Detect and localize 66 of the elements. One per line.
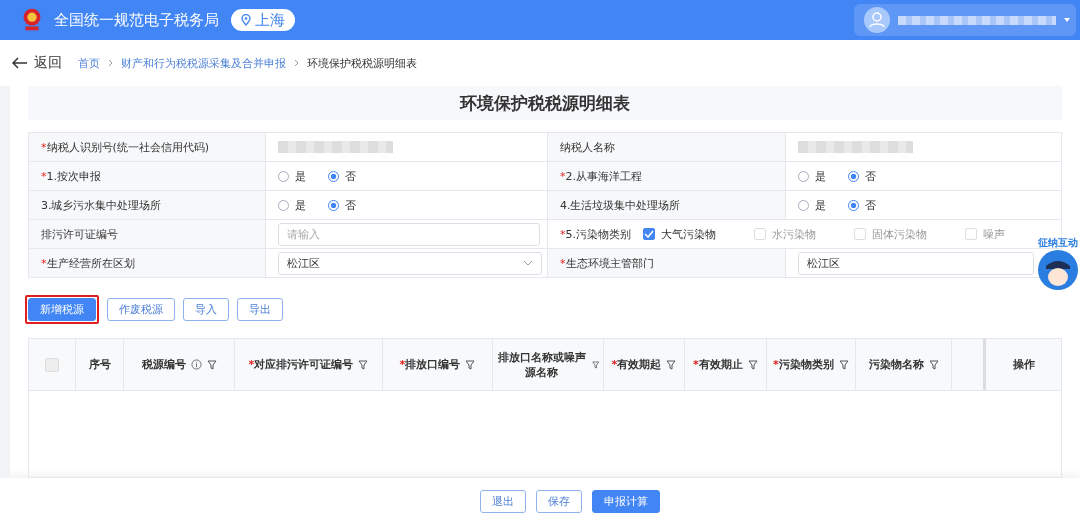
filter-icon[interactable] xyxy=(206,359,217,370)
field-label: 4.生活垃圾集中处理场所 xyxy=(548,191,786,220)
action-button[interactable]: 新增税源 xyxy=(28,298,96,321)
breadcrumb-link[interactable]: 首页 xyxy=(78,55,100,71)
caret-icon xyxy=(1064,18,1070,22)
column-header: 税源编号 xyxy=(141,357,186,372)
user-avatar-icon xyxy=(864,7,890,33)
column-header: *有效期止 xyxy=(693,357,743,372)
footer-button[interactable]: 退出 xyxy=(480,489,526,513)
filter-icon[interactable] xyxy=(465,359,476,370)
column-header: 序号 xyxy=(88,357,111,372)
form-title: 环境保护税税源明细表 xyxy=(460,91,630,115)
action-button[interactable]: 导入 xyxy=(183,298,229,321)
location-pin-icon xyxy=(241,14,251,26)
field-label: 3.城乡污水集中处理场所 xyxy=(29,191,266,220)
field-label: *纳税人识别号(统一社会信用代码) xyxy=(29,133,266,162)
chevron-down-icon xyxy=(523,260,533,266)
radio-option[interactable]: 否 xyxy=(328,197,356,213)
column-header: *污染物类别 xyxy=(773,357,834,372)
breadcrumb-current[interactable]: 环境保护税税源明细表 xyxy=(307,55,417,71)
footer-button[interactable]: 申报计算 xyxy=(592,489,660,513)
radio-option[interactable]: 是 xyxy=(798,168,826,184)
field-label: *2.从事海洋工程 xyxy=(548,162,786,191)
field-label: *生产经营所在区划 xyxy=(29,249,266,278)
region-button[interactable]: 上海 xyxy=(231,9,295,31)
radio-option[interactable]: 是 xyxy=(798,197,826,213)
field-label: *5.污染物类别 xyxy=(560,226,631,242)
filter-icon[interactable] xyxy=(747,359,758,370)
column-header: 排放口名称或噪声源名称 xyxy=(496,349,587,380)
column-header: *排放口编号 xyxy=(399,357,461,372)
radio-option[interactable]: 是 xyxy=(278,197,306,213)
filter-icon[interactable] xyxy=(358,359,369,370)
checkbox-option[interactable]: 噪声 xyxy=(965,226,1005,242)
filter-icon[interactable] xyxy=(838,359,849,370)
filter-icon[interactable] xyxy=(928,359,939,370)
radio-option[interactable]: 否 xyxy=(848,197,876,213)
filter-icon[interactable] xyxy=(592,359,600,370)
chevron-icon xyxy=(294,59,299,67)
input-field[interactable]: 请输入 xyxy=(278,222,540,246)
back-button[interactable]: 返回 xyxy=(12,54,62,72)
field-label: 排污许可证编号 xyxy=(29,220,266,249)
filter-icon[interactable] xyxy=(666,359,677,370)
select-all-checkbox[interactable] xyxy=(45,357,59,372)
checkbox-option[interactable]: 固体污染物 xyxy=(854,226,927,242)
footer-button[interactable]: 保存 xyxy=(536,489,582,513)
back-arrow-icon xyxy=(12,57,28,69)
site-title: 全国统一规范电子税务局 xyxy=(54,10,219,30)
column-header: 操作 xyxy=(1012,357,1035,372)
action-button[interactable]: 导出 xyxy=(237,298,283,321)
column-header: *有效期起 xyxy=(611,357,662,372)
field-label: 纳税人名称 xyxy=(548,133,786,162)
column-header: 污染物名称 xyxy=(868,357,924,372)
field-label: *生态环境主管部门 xyxy=(548,249,786,278)
select-field[interactable]: 松江区 xyxy=(798,251,1034,275)
checkbox-option[interactable]: 大气污染物 xyxy=(643,226,716,242)
checkbox-option[interactable]: 水污染物 xyxy=(754,226,816,242)
radio-option[interactable]: 否 xyxy=(848,168,876,184)
breadcrumb-link[interactable]: 财产和行为税税源采集及合并申报 xyxy=(121,55,286,71)
field-label: *1.按次申报 xyxy=(29,162,266,191)
chevron-icon xyxy=(108,59,113,67)
column-header: *对应排污许可证编号 xyxy=(248,357,354,372)
select-field[interactable]: 松江区 xyxy=(278,251,542,275)
check-icon xyxy=(644,230,654,238)
radio-option[interactable]: 否 xyxy=(328,168,356,184)
radio-option[interactable]: 是 xyxy=(278,168,306,184)
action-button[interactable]: 作废税源 xyxy=(107,298,175,321)
